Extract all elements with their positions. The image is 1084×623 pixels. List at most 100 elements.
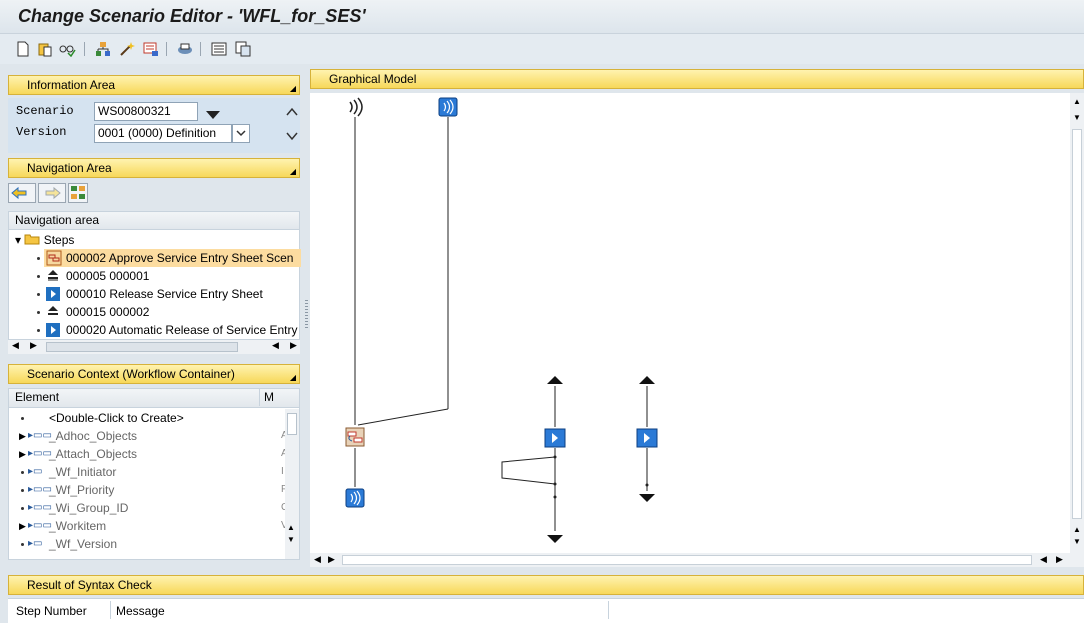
list-item[interactable]: ▸▭ _Wf_Version — [9, 535, 285, 553]
tree-node-step-000010[interactable]: 000010 Release Service Entry Sheet — [9, 285, 301, 303]
folder-icon — [24, 234, 40, 245]
filter-icon[interactable] — [142, 40, 160, 58]
syntax-check-header[interactable]: Result of Syntax Check — [8, 575, 1084, 595]
field-icon: ▸▭ — [28, 466, 43, 477]
scroll-left-icon: ◀ — [1040, 554, 1047, 564]
scroll-up-icon[interactable] — [286, 106, 298, 120]
syntax-check-title: Result of Syntax Check — [27, 578, 152, 592]
list-item[interactable]: <Double-Click to Create> — [9, 409, 285, 427]
information-area: Scenario WS00800321 Version 0001 (0000) … — [8, 98, 300, 153]
resize-corner-icon: ◢ — [289, 373, 296, 382]
information-area-header[interactable]: Information Area ◢ — [8, 75, 300, 95]
window-title: Change Scenario Editor - 'WFL_for_SES' — [18, 6, 366, 26]
table-header: Element M — [9, 389, 299, 408]
list-item[interactable]: ▶ ▸▭▭ _Workitem V — [9, 517, 285, 535]
scroll-left-icon: ◀ — [12, 340, 19, 350]
tree-node-step-000002[interactable]: 000002 Approve Service Entry Sheet Scen — [9, 249, 301, 267]
event-node-icon[interactable] — [345, 488, 365, 508]
scroll-down-icon: ▼ — [1073, 113, 1081, 122]
fork-icon — [48, 306, 58, 315]
scroll-down-icon[interactable] — [286, 130, 298, 144]
copy-icon[interactable] — [234, 40, 252, 58]
list-item[interactable]: ▸▭ _Wf_Initiator I — [9, 463, 285, 481]
graph-vertical-scrollbar[interactable]: ▲ ▼ ▲ ▼ — [1070, 93, 1084, 553]
list-icon[interactable] — [210, 40, 228, 58]
tree-node-step-000020[interactable]: 000020 Automatic Release of Service Entr… — [9, 321, 301, 339]
approve-step-icon — [46, 250, 62, 266]
collapse-triangle-icon[interactable]: ▾ — [15, 233, 21, 247]
start-event-icon[interactable] — [349, 97, 363, 117]
version-dropdown-button[interactable] — [232, 124, 250, 143]
tree-node-step-000015[interactable]: 000015 000002 — [9, 303, 301, 321]
version-label: Version — [16, 125, 67, 139]
paste-icon[interactable] — [36, 40, 54, 58]
list-item[interactable]: ▸▭▭ _Wf_Priority F — [9, 481, 285, 499]
scroll-right-icon: ▶ — [328, 554, 335, 564]
navigation-list-header: Navigation area — [9, 212, 299, 230]
expand-triangle-icon: ▶ — [19, 521, 26, 531]
activity-icon — [46, 287, 60, 301]
scroll-down-icon: ▼ — [287, 535, 295, 544]
scroll-up-icon: ▲ — [287, 523, 295, 532]
navigation-tree: Navigation area ▾ Steps 000002 Approve S… — [8, 211, 301, 340]
event-node-icon[interactable] — [438, 97, 458, 117]
dropdown-arrow-icon[interactable] — [206, 108, 220, 122]
syntax-check-table: Step Number Message — [8, 598, 1084, 623]
fork-icon — [48, 270, 58, 281]
fork-end-icon[interactable] — [639, 494, 655, 502]
activity-node-icon[interactable] — [544, 428, 566, 448]
title-bar: Change Scenario Editor - 'WFL_for_SES' — [0, 0, 1084, 34]
step-label: 000015 000002 — [66, 305, 150, 319]
fork-start-icon[interactable] — [639, 376, 655, 384]
tree-node-step-000005[interactable]: 000005 000001 — [9, 267, 301, 285]
scroll-left-icon: ◀ — [272, 340, 279, 350]
nav-overview-button[interactable] — [68, 183, 88, 206]
tree-structure-icon[interactable] — [94, 40, 112, 58]
workflow-container-table: Element M <Double-Click to Create> ▶ ▸▭▭… — [8, 388, 300, 560]
list-item[interactable]: ▶ ▸▭▭ _Attach_Objects A — [9, 445, 285, 463]
resize-corner-icon: ◢ — [289, 167, 296, 176]
scenario-field[interactable]: WS00800321 — [94, 102, 198, 121]
nav-back-button[interactable] — [8, 183, 36, 206]
step-label: 000010 Release Service Entry Sheet — [66, 287, 263, 301]
activity-node-icon[interactable] — [636, 428, 658, 448]
list-item[interactable]: ▶ ▸▭▭ _Adhoc_Objects A — [9, 427, 285, 445]
fork-end-icon[interactable] — [547, 535, 563, 543]
tree-node-label: Steps — [43, 233, 75, 247]
magic-wand-icon[interactable] — [118, 40, 136, 58]
scroll-up-icon: ▲ — [1073, 97, 1081, 106]
column-header-step-number[interactable]: Step Number — [16, 604, 87, 618]
information-area-title: Information Area — [27, 78, 116, 92]
tree-node-steps[interactable]: ▾ Steps — [15, 231, 74, 249]
activity-icon — [46, 323, 60, 337]
navigation-horizontal-scrollbar[interactable]: ◀ ▶ ◀ ▶ — [8, 340, 300, 354]
vertical-splitter[interactable] — [305, 300, 308, 330]
context-vertical-scrollbar[interactable]: ▲ ▼ — [285, 409, 299, 559]
scroll-right-icon: ▶ — [290, 340, 297, 350]
glasses-check-icon[interactable] — [58, 40, 76, 58]
graphical-model-header[interactable]: Graphical Model — [310, 69, 1084, 89]
step-label: 000005 000001 — [66, 269, 150, 283]
nav-forward-button[interactable] — [38, 183, 66, 206]
scroll-down-icon: ▼ — [1073, 537, 1081, 546]
scroll-left-icon: ◀ — [314, 554, 321, 564]
scroll-right-icon: ▶ — [30, 340, 37, 350]
column-header-m[interactable]: M — [259, 389, 274, 406]
step-label: 000002 Approve Service Entry Sheet Scen — [66, 251, 294, 265]
column-header-message[interactable]: Message — [116, 604, 165, 618]
new-document-icon[interactable] — [14, 40, 32, 58]
graph-horizontal-scrollbar[interactable]: ◀ ▶ ◀ ▶ — [310, 553, 1084, 567]
navigation-area-header[interactable]: Navigation Area ◢ — [8, 158, 300, 178]
graphical-model-title: Graphical Model — [329, 72, 417, 86]
fork-start-icon[interactable] — [547, 376, 563, 384]
print-icon[interactable] — [176, 40, 194, 58]
version-select[interactable]: 0001 (0000) Definition — [94, 124, 232, 143]
graphical-model-canvas[interactable]: ▲ ▼ ▲ ▼ ◀ ▶ ◀ ▶ — [310, 93, 1084, 567]
list-item[interactable]: ▸▭▭ _Wi_Group_ID C — [9, 499, 285, 517]
expand-triangle-icon: ▶ — [19, 431, 26, 441]
expand-triangle-icon: ▶ — [19, 449, 26, 459]
workflow-graph — [345, 97, 658, 543]
column-header-element[interactable]: Element — [15, 390, 59, 404]
approve-step-node-icon[interactable] — [345, 427, 365, 447]
scenario-context-header[interactable]: Scenario Context (Workflow Container) ◢ — [8, 364, 300, 384]
